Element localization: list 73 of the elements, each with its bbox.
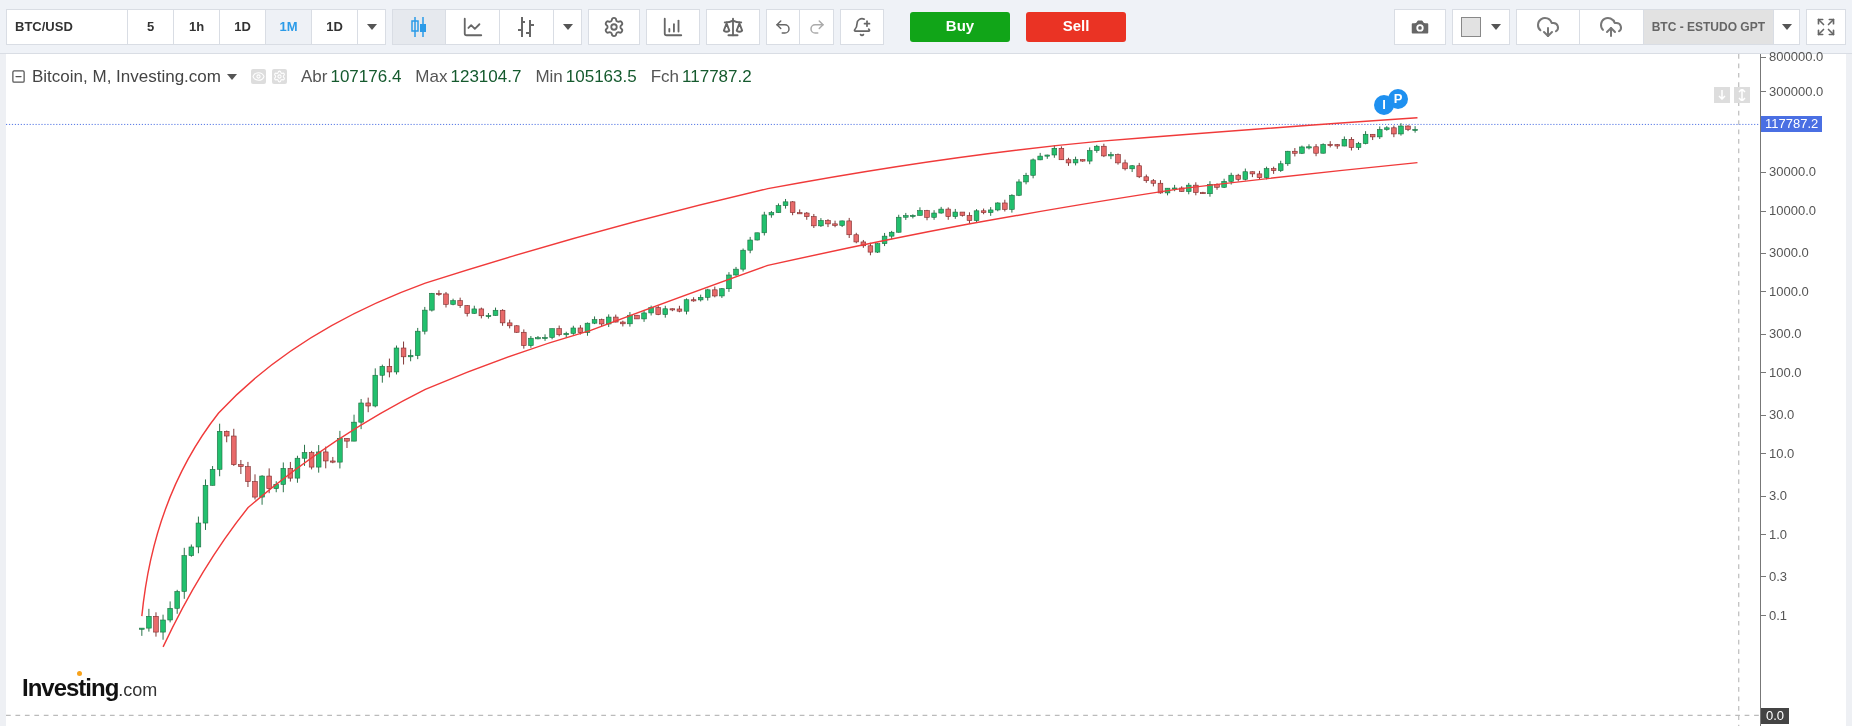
arrows-vertical-icon: [1738, 89, 1746, 101]
buy-button[interactable]: Buy: [910, 11, 1010, 42]
chart-type-dropdown[interactable]: [554, 8, 582, 45]
last-price-label: 117787.2: [1761, 116, 1823, 133]
event-marker[interactable]: P: [1388, 89, 1408, 109]
scale-icon: [722, 15, 744, 38]
legend-label: Max: [415, 66, 448, 88]
interval-button[interactable]: 1D: [220, 8, 266, 45]
legend-value: 123104.7: [450, 66, 522, 88]
axis-tick-label: 3000.0: [1769, 245, 1809, 262]
axis-bottom-label: 0.0: [1761, 708, 1790, 724]
axis-tick-label: 1000.0: [1769, 283, 1809, 300]
caret-icon: [1781, 23, 1792, 30]
axis-tick-label: 10.0: [1769, 445, 1795, 462]
chart-type-button[interactable]: [500, 8, 554, 45]
axis-tick-label: 30.0: [1769, 407, 1795, 424]
load-layout-button[interactable]: [1515, 8, 1580, 45]
layout-name-button[interactable]: BTC - ESTUDO GPT: [1643, 8, 1774, 45]
candlestick-icon: [410, 15, 428, 38]
axis-tick-label: 100.0: [1769, 364, 1802, 381]
ohlc-bars-icon: [516, 15, 537, 38]
interval-button[interactable]: 5: [128, 8, 174, 45]
redo-icon: [807, 17, 826, 36]
settings-button[interactable]: [588, 8, 640, 45]
legend-label: Min: [535, 66, 563, 88]
chart-type-button[interactable]: [392, 8, 446, 45]
collapse-icon[interactable]: [11, 69, 26, 85]
axis-tick-label: 300000.0: [1769, 83, 1824, 100]
title-caret-icon: [226, 73, 237, 80]
legend-value: 117787.2: [682, 66, 752, 88]
cloud-upload-icon: [1599, 14, 1624, 39]
interval-dropdown[interactable]: [358, 8, 386, 45]
chart-type-button[interactable]: [446, 8, 500, 45]
axis-tick-label: 0.3: [1769, 568, 1788, 585]
legend-label: Fch: [650, 66, 680, 88]
axis-tick-label: 30000.0: [1769, 164, 1816, 181]
axis-tick-label: 3.0: [1769, 488, 1788, 505]
caret-icon: [562, 23, 573, 30]
axis-tick-label: 0.1: [1769, 607, 1788, 624]
interval-button[interactable]: 1h: [174, 8, 220, 45]
undo-button[interactable]: [766, 8, 800, 45]
caret-icon: [1490, 23, 1501, 30]
investing-logo: Investing.com: [22, 670, 158, 706]
axis-tick-label: 10000.0: [1769, 203, 1816, 220]
indicators-button[interactable]: [646, 8, 700, 45]
layout-dropdown[interactable]: [1774, 8, 1800, 45]
bell-plus-icon: [852, 16, 872, 37]
axis-tick-label: 300.0: [1769, 326, 1802, 343]
compare-button[interactable]: [706, 8, 760, 45]
interval-button[interactable]: 1D: [312, 8, 358, 45]
color-swatch: [1460, 16, 1481, 37]
symbol-field[interactable]: BTC/USD: [6, 8, 128, 45]
snapshot-button[interactable]: [1393, 8, 1446, 45]
settings-icon: [603, 15, 625, 38]
color-picker-button[interactable]: [1451, 8, 1510, 45]
cloud-download-icon: [1535, 14, 1560, 39]
legend-value: 105163.5: [565, 66, 637, 88]
axis-tick-label: 1.0: [1769, 526, 1788, 543]
bar-chart-icon: [662, 15, 684, 38]
legend-label: Abr: [300, 66, 328, 88]
alert-button[interactable]: [840, 8, 884, 45]
caret-icon: [366, 23, 377, 30]
interval-button[interactable]: 1M: [266, 8, 312, 45]
fullscreen-icon: [1816, 16, 1836, 37]
chart-title: Bitcoin, M, Investing.com: [32, 66, 221, 88]
legend-value: 107176.4: [330, 66, 402, 88]
axis-tick-label: 800000.0: [1769, 49, 1824, 66]
save-layout-button[interactable]: [1579, 8, 1644, 45]
sell-button[interactable]: Sell: [1026, 11, 1126, 42]
line-chart-icon: [461, 15, 484, 38]
undo-icon: [774, 17, 792, 36]
arrow-down-icon: [1718, 90, 1726, 100]
fullscreen-button[interactable]: [1806, 8, 1846, 45]
